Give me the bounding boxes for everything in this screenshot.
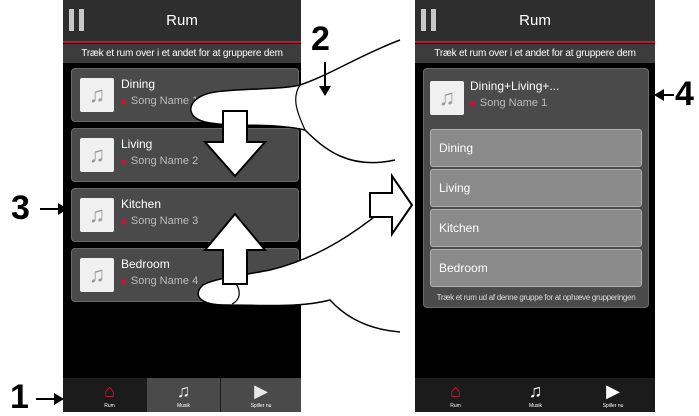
callout-number-4: 4 xyxy=(675,75,694,113)
callout-number-2: 2 xyxy=(311,20,330,58)
gesture-overlay xyxy=(36,39,674,405)
callout-number-3: 3 xyxy=(11,189,30,227)
callout-number-1: 1 xyxy=(10,378,29,416)
